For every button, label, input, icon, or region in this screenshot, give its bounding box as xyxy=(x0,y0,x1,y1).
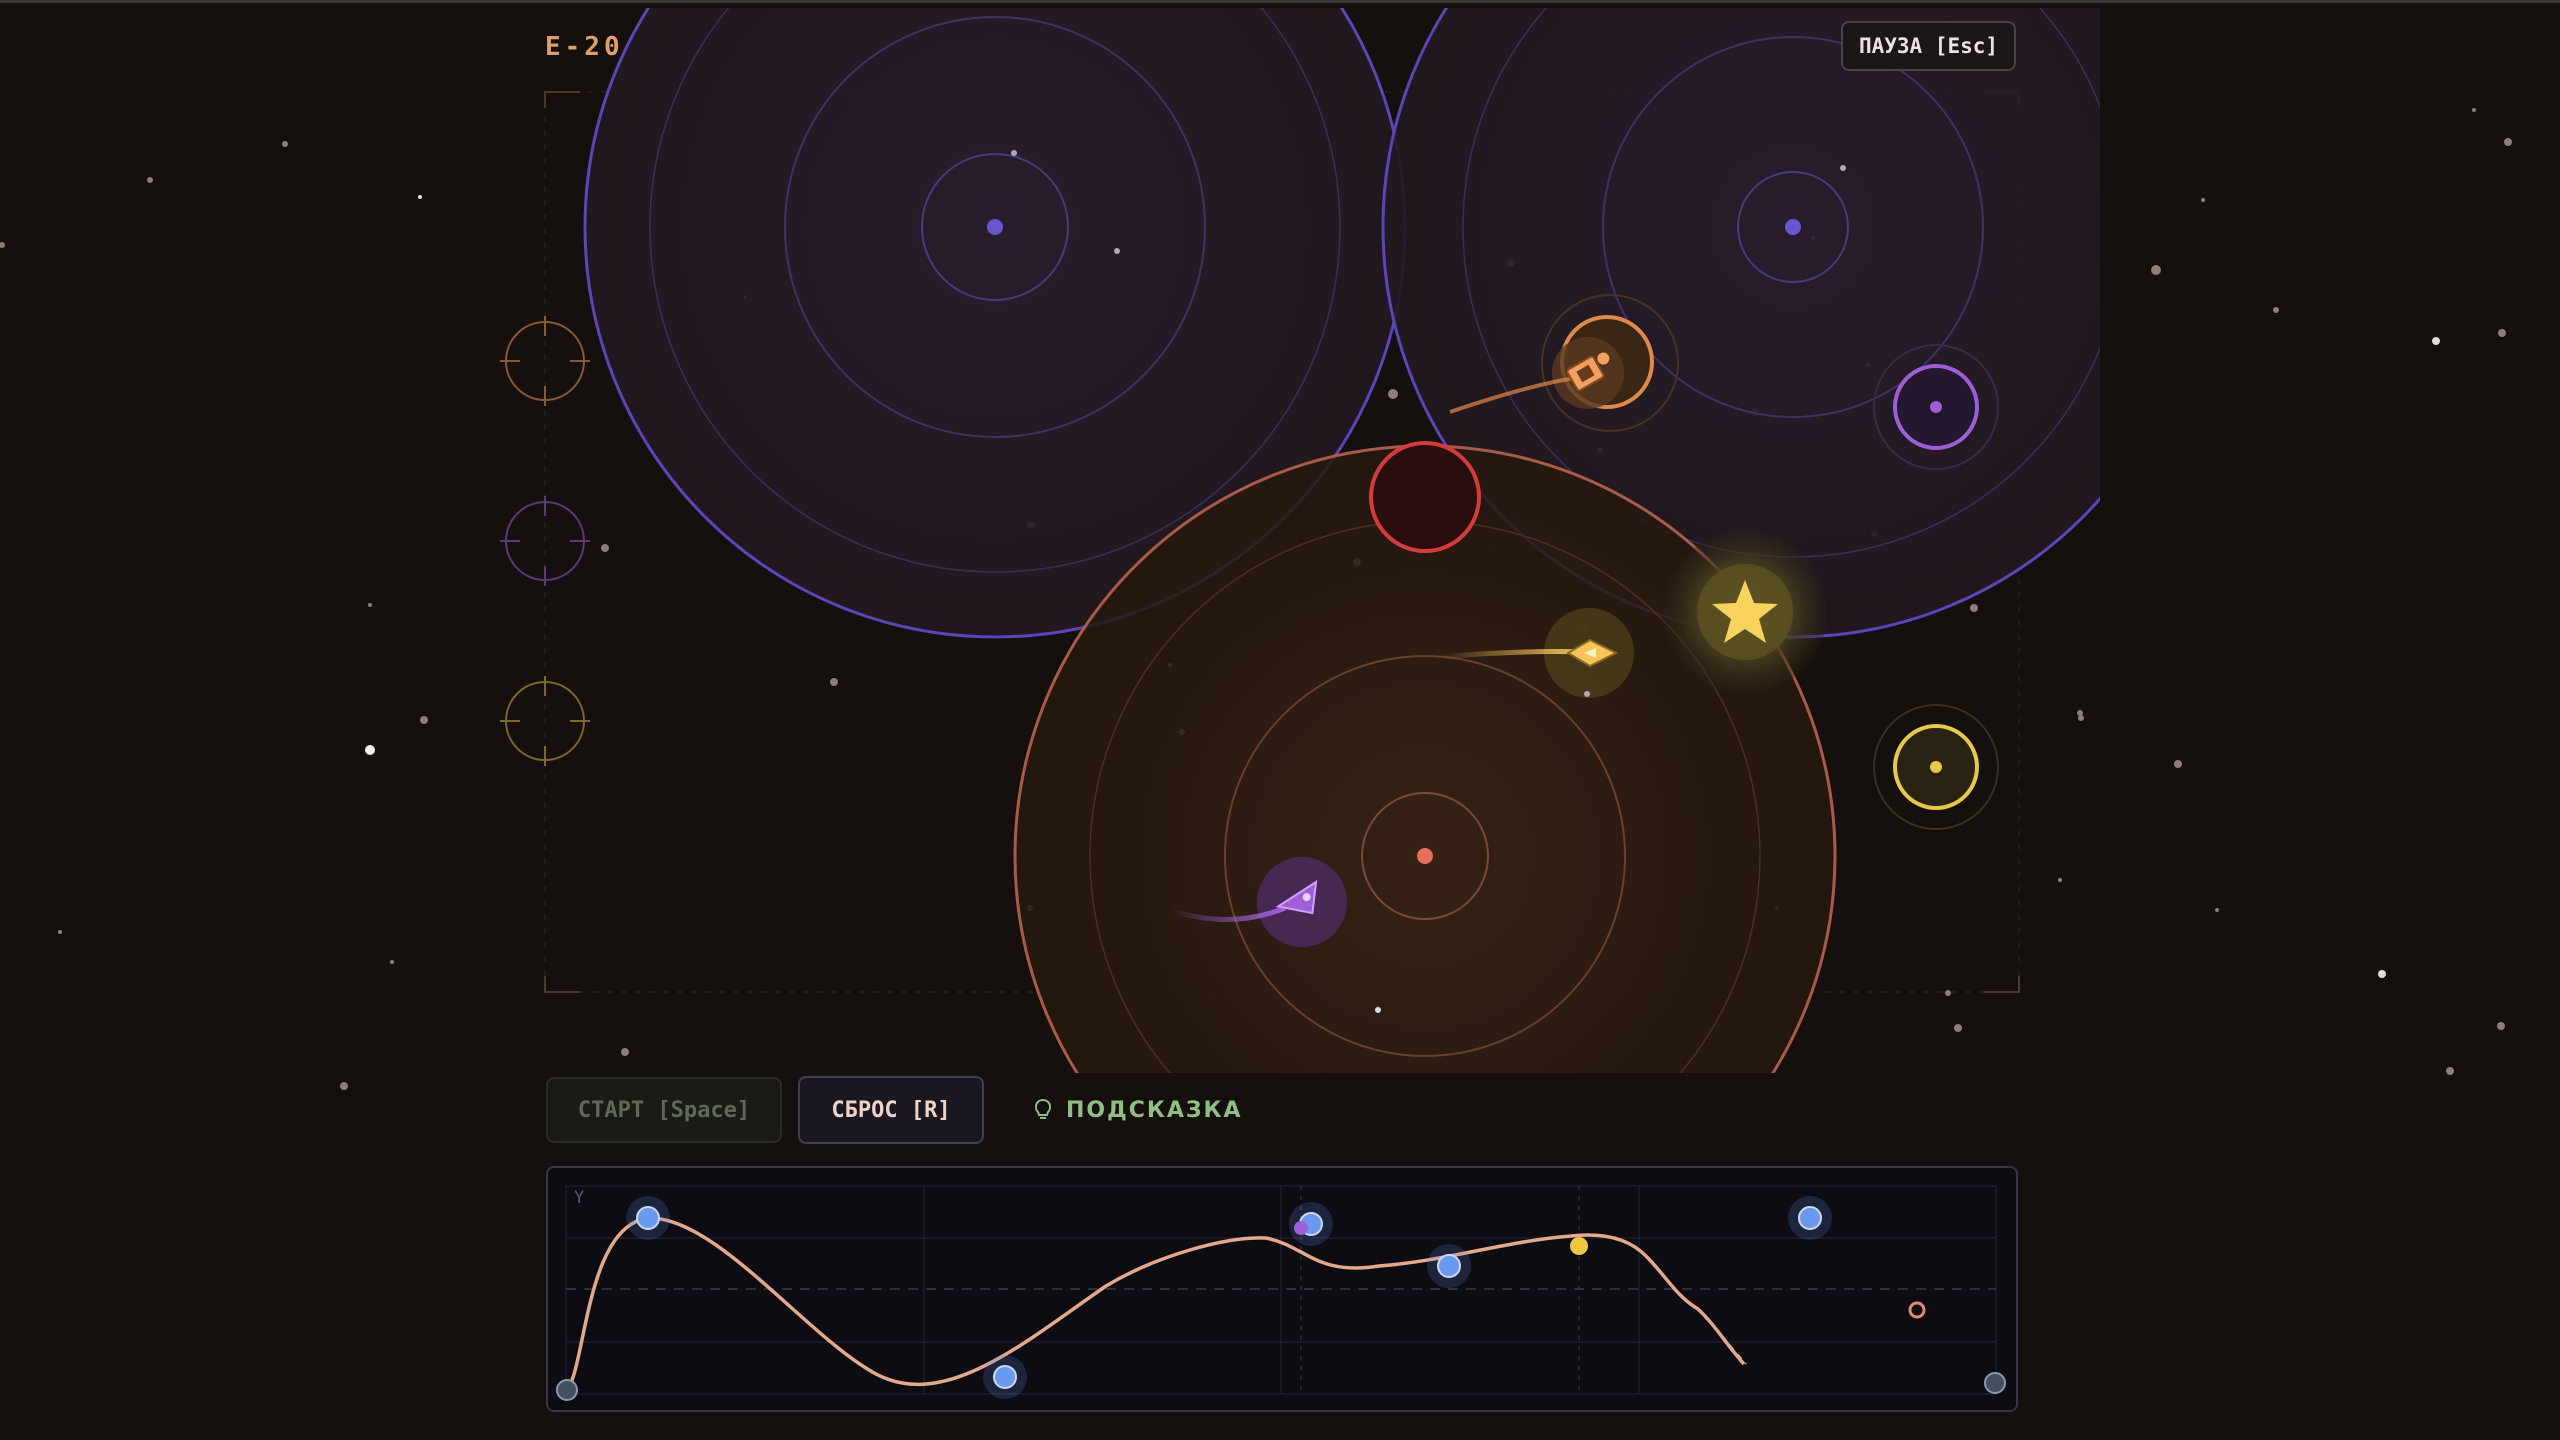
marker-gold xyxy=(1570,1237,1588,1255)
endpoint-end[interactable] xyxy=(1984,1372,2006,1394)
graph-y-label: Y xyxy=(574,1188,585,1208)
level-label: E-20 xyxy=(545,32,624,62)
lightbulb-icon xyxy=(1034,1098,1052,1122)
planet-core-red xyxy=(1417,848,1433,864)
control-point[interactable] xyxy=(636,1206,660,1230)
trajectory-curve xyxy=(565,1216,1746,1392)
marker-purple xyxy=(1294,1221,1308,1235)
star-icon xyxy=(1663,530,1827,694)
planet-core-blue xyxy=(1785,219,1801,235)
reset-button[interactable]: СБРОС [R] xyxy=(798,1076,984,1144)
control-point[interactable] xyxy=(1798,1206,1822,1230)
graph-grid xyxy=(565,1185,1997,1395)
reticle-orange xyxy=(500,316,590,406)
game-screen: E-20 ПАУЗА [Esc] СТАРТ [Space] СБРОС [R]… xyxy=(0,0,2560,1440)
hint-button[interactable]: ПОДСКАЗКА xyxy=(1034,1085,1243,1135)
marker-collision xyxy=(1908,1301,1926,1319)
trajectory-graph[interactable] xyxy=(546,1166,2018,1412)
control-point[interactable] xyxy=(1437,1254,1461,1278)
hint-label: ПОДСКАЗКА xyxy=(1066,1097,1243,1123)
pause-button[interactable]: ПАУЗА [Esc] xyxy=(1841,21,2016,71)
start-button[interactable]: СТАРТ [Space] xyxy=(546,1077,782,1143)
planet-core-blue xyxy=(987,219,1003,235)
play-field xyxy=(0,8,2512,1090)
controls-bar: СТАРТ [Space] СБРОС [R] ПОДСКАЗКА xyxy=(546,1076,1243,1144)
goal-gold xyxy=(1873,704,1999,830)
endpoint-start[interactable] xyxy=(556,1379,578,1401)
control-point[interactable] xyxy=(993,1365,1017,1389)
black-hole-hazard xyxy=(1369,441,1481,553)
